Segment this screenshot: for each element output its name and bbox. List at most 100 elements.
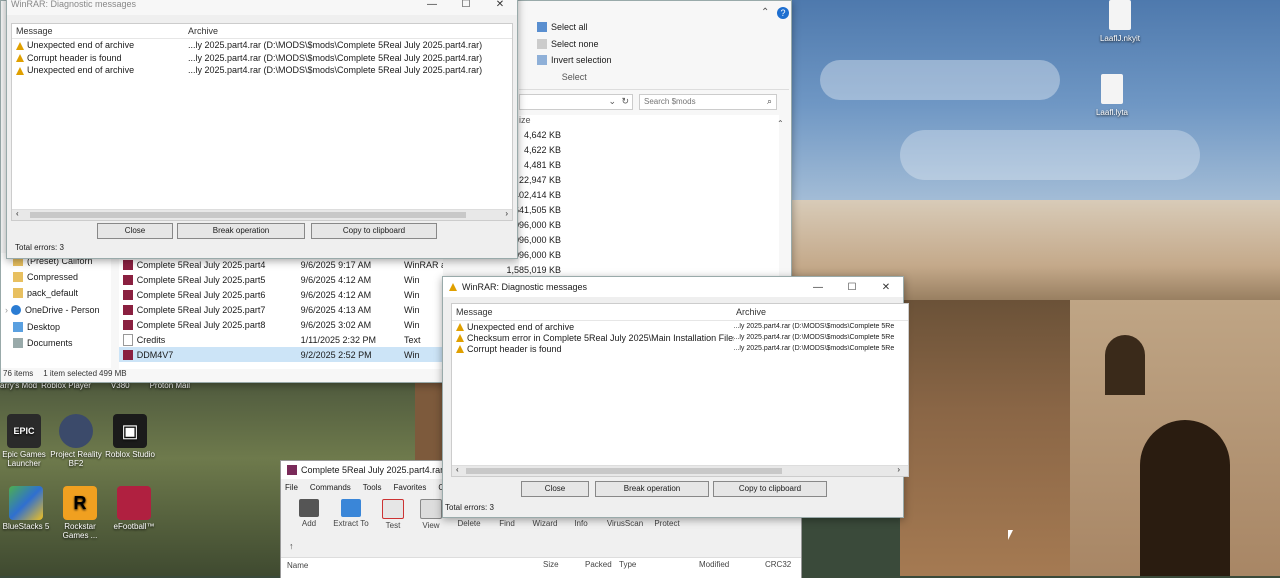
- break-operation-button[interactable]: Break operation: [595, 481, 709, 497]
- tool-test[interactable]: Test: [373, 499, 413, 530]
- column-name[interactable]: Name: [287, 561, 308, 570]
- horizontal-scrollbar[interactable]: ‹ ›: [452, 465, 908, 476]
- size-column-header[interactable]: ize: [519, 115, 779, 127]
- message-row[interactable]: Corrupt header is found ...ly 2025.part4…: [12, 52, 512, 65]
- sidebar-item[interactable]: Compressed: [1, 269, 111, 285]
- file-row[interactable]: Complete 5Real July 2025.part4 9/6/2025 …: [119, 257, 443, 272]
- column-modified[interactable]: Modified: [699, 560, 729, 569]
- scroll-left-icon[interactable]: ‹: [456, 465, 459, 474]
- epic-games-shortcut[interactable]: EPIC Epic Games Launcher: [0, 414, 52, 468]
- file-type: Win: [403, 304, 420, 315]
- shortcut-label: Roblox Studio: [105, 450, 155, 459]
- refresh-icon[interactable]: ↻: [621, 96, 629, 107]
- bluestacks-shortcut[interactable]: BlueStacks 5: [0, 486, 54, 531]
- warning-icon: [449, 283, 457, 291]
- archive-column-header[interactable]: Archive: [736, 307, 766, 317]
- help-icon[interactable]: ?: [777, 7, 789, 19]
- column-crc32[interactable]: CRC32: [765, 560, 791, 569]
- invert-selection-button[interactable]: Invert selection: [537, 54, 612, 67]
- select-none-label: Select none: [551, 38, 599, 49]
- sidebar-item[interactable]: Documents: [1, 335, 111, 351]
- close-icon[interactable]: ✕: [869, 276, 903, 298]
- search-box[interactable]: ⌕: [639, 94, 777, 110]
- up-arrow-icon[interactable]: ↑: [289, 541, 294, 551]
- rockstar-shortcut[interactable]: R Rockstar Games ...: [52, 486, 108, 540]
- file-row[interactable]: Complete 5Real July 2025.part6 9/6/2025 …: [119, 287, 443, 302]
- minimize-icon[interactable]: —: [801, 276, 835, 298]
- dialog-title: WinRAR: Diagnostic messages: [11, 0, 137, 9]
- scrollbar-thumb[interactable]: [466, 468, 782, 474]
- desktop-file-label: Laafl.lyta: [1095, 108, 1129, 117]
- desktop-file-icon[interactable]: LaaflJ.nkyit: [1090, 0, 1150, 43]
- chevron-up-icon[interactable]: ⌃: [761, 7, 769, 18]
- menu-tools[interactable]: Tools: [363, 483, 382, 492]
- tool-extract-to[interactable]: Extract To: [331, 499, 371, 528]
- column-packed[interactable]: Packed: [585, 560, 612, 569]
- copy-to-clipboard-button[interactable]: Copy to clipboard: [713, 481, 827, 497]
- scroll-right-icon[interactable]: ›: [505, 209, 508, 218]
- wallpaper-arch: [1105, 335, 1145, 395]
- size-column: 4,642 KB 4,622 KB 4,481 KB 22,947 KB 402…: [506, 127, 561, 277]
- messages-list[interactable]: Message Archive Unexpected end of archiv…: [451, 303, 909, 477]
- scroll-right-icon[interactable]: ›: [897, 465, 900, 474]
- add-icon: [299, 499, 319, 517]
- message-row[interactable]: Checksum error in Complete 5Real July 20…: [452, 332, 908, 343]
- tool-label: View: [422, 521, 440, 530]
- scrollbar-thumb[interactable]: [30, 212, 466, 218]
- copy-to-clipboard-button[interactable]: Copy to clipboard: [311, 223, 437, 239]
- menu-commands[interactable]: Commands: [310, 483, 351, 492]
- messages-list[interactable]: Message Archive Unexpected end of archiv…: [11, 23, 513, 221]
- file-row[interactable]: Complete 5Real July 2025.part5 9/6/2025 …: [119, 272, 443, 287]
- sidebar-item[interactable]: Desktop: [1, 319, 111, 335]
- wallpaper-cloud: [900, 130, 1200, 180]
- message-column-header[interactable]: Message: [452, 307, 736, 317]
- column-size[interactable]: Size: [543, 560, 559, 569]
- message-text: Unexpected end of archive: [467, 321, 575, 332]
- status-bar: 76 items 1 item selected 499 MB: [3, 369, 203, 381]
- chevron-down-icon[interactable]: ⌄: [608, 96, 616, 107]
- ribbon-select-group: Select all Select none Invert selection …: [537, 21, 612, 82]
- close-button[interactable]: Close: [97, 223, 173, 239]
- file-row[interactable]: Credits 1/11/2025 2:32 PM Text: [119, 332, 443, 347]
- file-list: Complete 5Real July 2025.part4 9/6/2025 …: [119, 257, 443, 369]
- message-column-header[interactable]: Message: [12, 26, 188, 36]
- archive-column-header[interactable]: Archive: [188, 26, 218, 36]
- column-type[interactable]: Type: [619, 560, 636, 569]
- horizontal-scrollbar[interactable]: ‹ ›: [12, 209, 512, 220]
- message-row[interactable]: Corrupt header is found ...ly 2025.part4…: [452, 343, 908, 354]
- diagnostic-dialog-1: WinRAR: Diagnostic messages — ☐ ✕ Messag…: [6, 0, 518, 259]
- message-row[interactable]: Unexpected end of archive ...ly 2025.par…: [452, 321, 908, 332]
- close-icon[interactable]: ✕: [483, 0, 517, 15]
- file-type: WinRAR archive: [403, 259, 443, 270]
- file-row-selected[interactable]: DDM4V7 9/2/2025 2:52 PM Win: [119, 347, 443, 362]
- file-name: DDM4V7: [136, 349, 174, 360]
- address-bar[interactable]: ⌄ ↻: [519, 94, 633, 110]
- tool-add[interactable]: Add: [289, 499, 329, 528]
- scroll-up-icon[interactable]: ⌃: [777, 119, 784, 128]
- roblox-studio-shortcut[interactable]: ▣ Roblox Studio: [102, 414, 158, 459]
- scroll-left-icon[interactable]: ‹: [16, 209, 19, 218]
- message-text: Unexpected end of archive: [27, 40, 135, 51]
- desktop-file-icon[interactable]: Laafl.lyta: [1082, 74, 1142, 117]
- file-row[interactable]: Complete 5Real July 2025.part7 9/6/2025 …: [119, 302, 443, 317]
- search-input[interactable]: [640, 95, 754, 107]
- sidebar-item[interactable]: pack_default: [1, 285, 111, 301]
- message-row[interactable]: Unexpected end of archive ...ly 2025.par…: [12, 64, 512, 77]
- view-icon: [420, 499, 442, 519]
- close-button[interactable]: Close: [521, 481, 589, 497]
- maximize-icon[interactable]: ☐: [449, 0, 483, 15]
- menu-favorites[interactable]: Favorites: [393, 483, 426, 492]
- message-row[interactable]: Unexpected end of archive ...ly 2025.par…: [12, 39, 512, 52]
- break-operation-button[interactable]: Break operation: [177, 223, 305, 239]
- selection-count: 1 item selected: [43, 369, 98, 378]
- select-all-button[interactable]: Select all: [537, 21, 612, 34]
- maximize-icon[interactable]: ☐: [835, 276, 869, 298]
- sidebar-item-onedrive[interactable]: › OneDrive - Person: [1, 301, 111, 319]
- file-row[interactable]: Complete 5Real July 2025.part8 9/6/2025 …: [119, 317, 443, 332]
- minimize-icon[interactable]: —: [415, 0, 449, 15]
- menu-file[interactable]: File: [285, 483, 298, 492]
- wallpaper-cloud: [820, 60, 1060, 100]
- select-none-button[interactable]: Select none: [537, 38, 612, 51]
- project-reality-shortcut[interactable]: Project Reality BF2: [48, 414, 104, 468]
- efootball-shortcut[interactable]: eFootball™: [106, 486, 162, 531]
